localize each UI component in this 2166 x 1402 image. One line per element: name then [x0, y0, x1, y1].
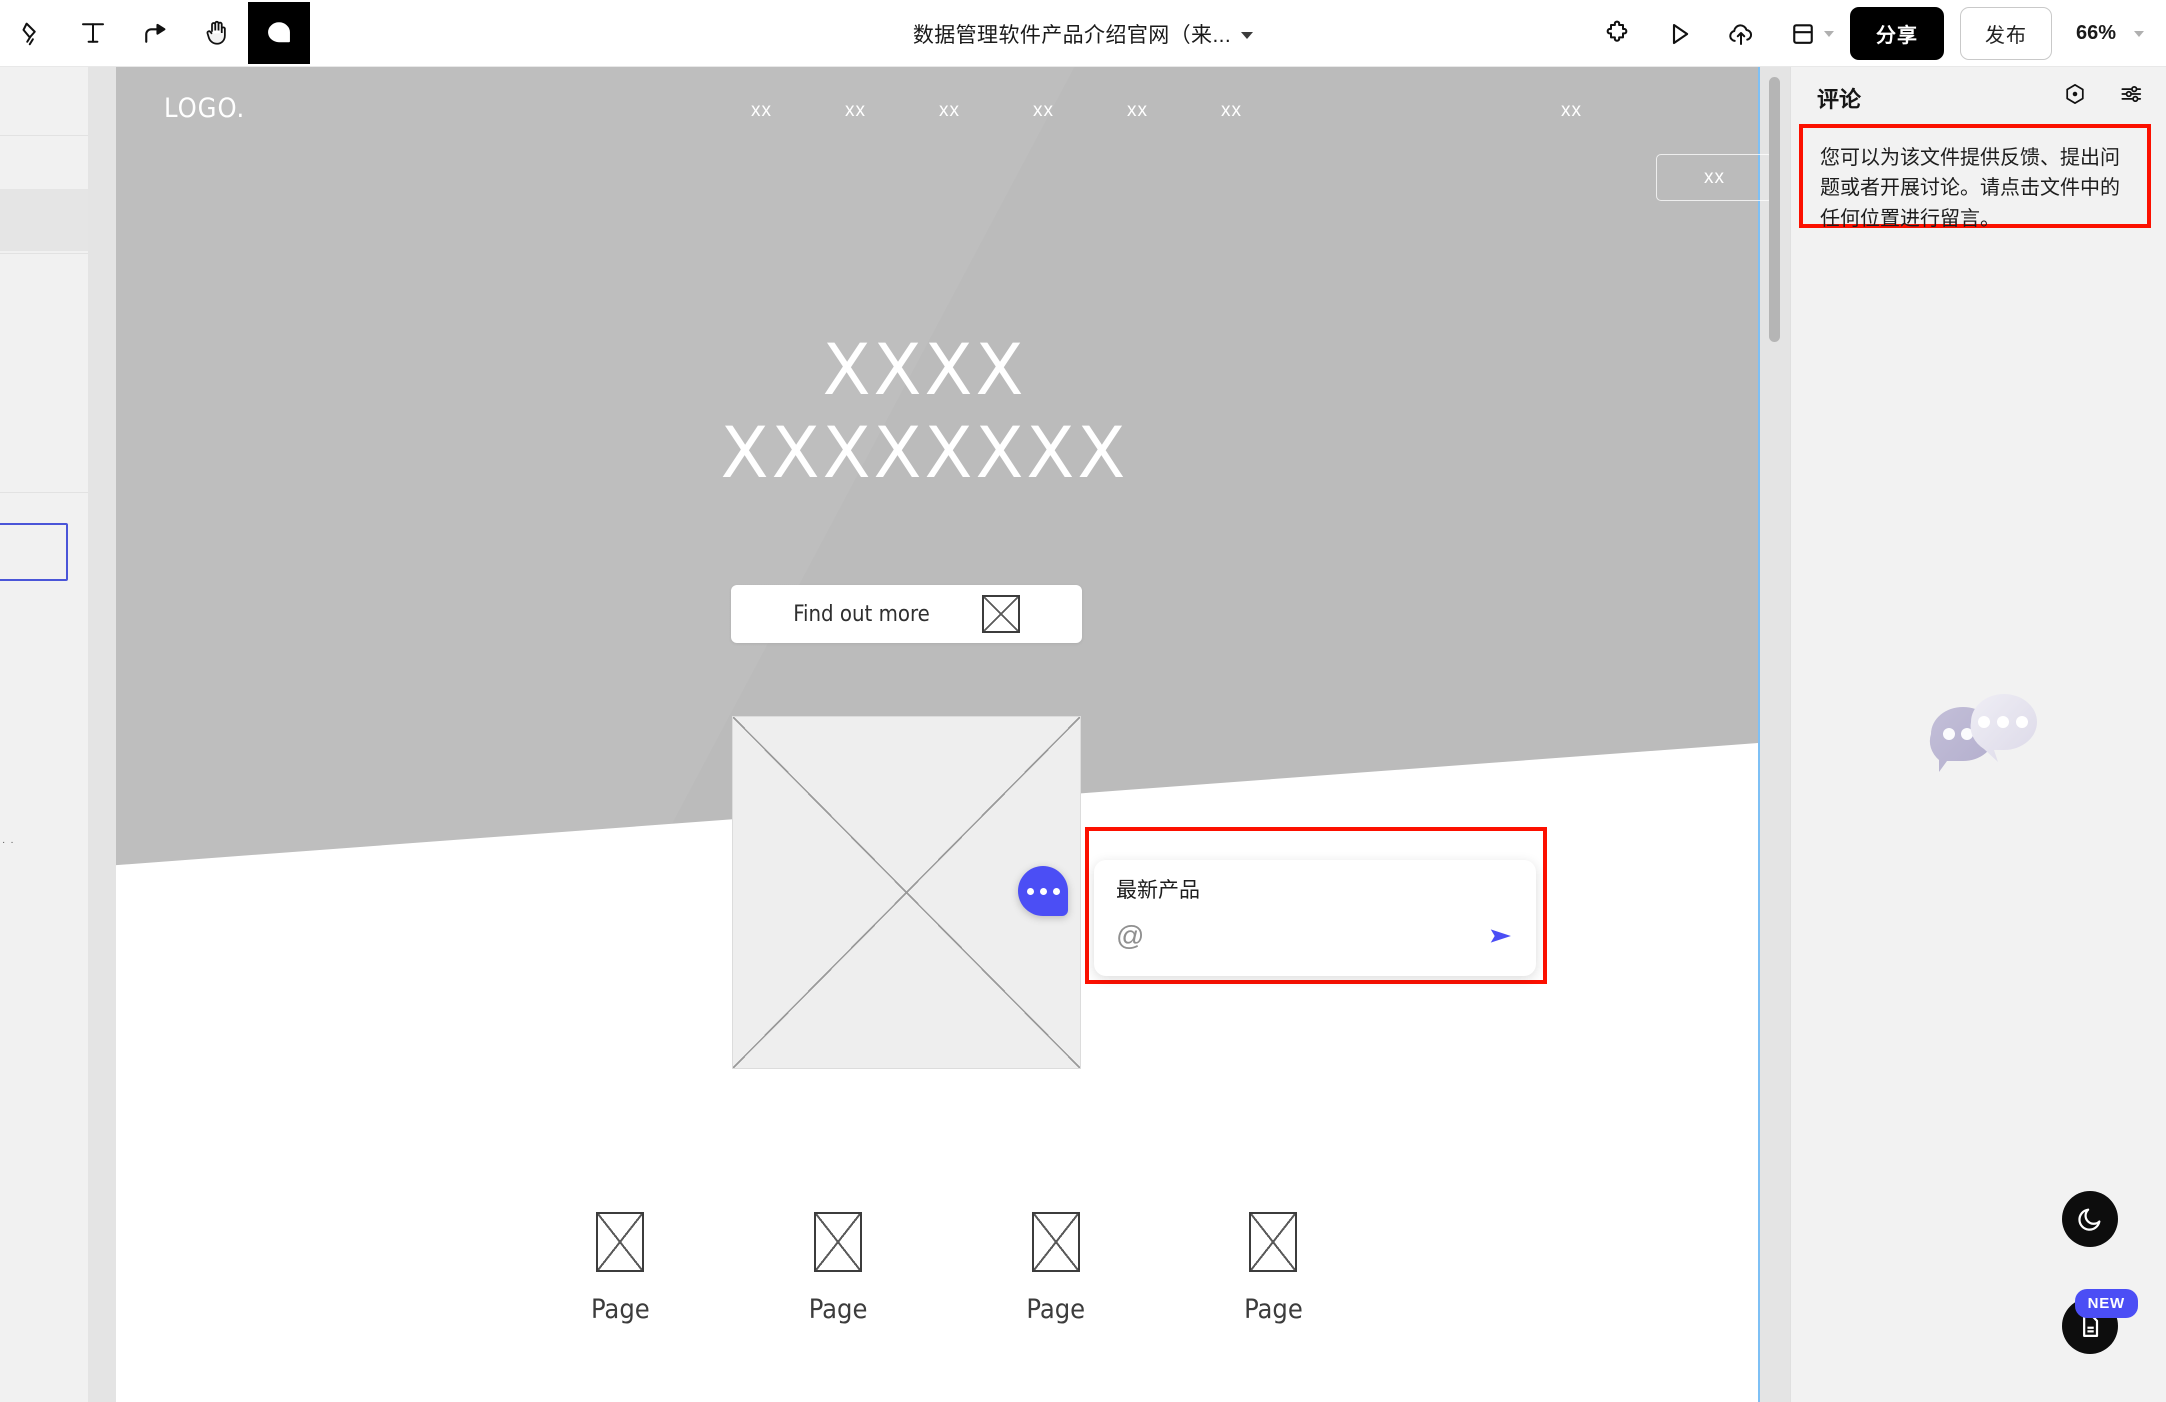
layer-row-ellipsis: ·· — [2, 837, 19, 848]
flow-tool-icon[interactable] — [124, 2, 186, 64]
hero-title-line-2: XXXXXXXX — [720, 411, 1129, 494]
pin-dot — [1052, 887, 1060, 895]
page-thumbnail[interactable]: Page — [1244, 1212, 1303, 1325]
image-placeholder-icon — [1031, 1212, 1080, 1272]
pin-dot — [1039, 887, 1047, 895]
nav-item[interactable]: xx — [1561, 100, 1582, 121]
share-button[interactable]: 分享 — [1849, 7, 1944, 60]
page-thumbnail-label: Page — [1026, 1294, 1086, 1325]
chevron-down-icon[interactable] — [1241, 31, 1254, 39]
artboard-page[interactable]: LOGO. xx xx xx xx xx xx xx xx XXXX XXXXX… — [88, 67, 1773, 1402]
cloud-upload-icon[interactable] — [1710, 3, 1772, 65]
layout-chevron-down-icon[interactable] — [1823, 30, 1834, 37]
image-placeholder-icon — [814, 1212, 863, 1272]
page-thumbnail[interactable]: Page — [808, 1212, 868, 1325]
nav-item[interactable]: xx — [845, 100, 866, 122]
image-placeholder-icon — [596, 1212, 645, 1272]
page-thumbnails-row: Page Page Page Page — [591, 1212, 1303, 1325]
image-placeholder-icon — [981, 595, 1020, 633]
find-out-more-label: Find out more — [793, 601, 930, 627]
page-thumbnail[interactable]: Page — [1026, 1212, 1085, 1325]
image-placeholder-icon — [1249, 1212, 1298, 1272]
filter-settings-icon[interactable] — [2116, 79, 2146, 109]
comment-input[interactable] — [1116, 877, 1496, 901]
layer-row-divider — [0, 135, 88, 136]
nav-item-secondary: xx — [1561, 100, 1582, 122]
layer-row-selected[interactable] — [0, 523, 68, 581]
layers-panel-sliver[interactable]: ·· — [0, 67, 88, 1402]
comments-panel-title: 评论 — [1817, 87, 1862, 112]
canvas-vertical-scrollbar[interactable] — [1769, 77, 1780, 342]
text-tool-icon[interactable] — [62, 2, 124, 64]
hand-tool-icon[interactable] — [186, 2, 248, 64]
hero-title-line-1: XXXX — [822, 329, 1027, 411]
comment-pin-body — [1018, 866, 1068, 916]
nav-cta-button[interactable]: xx — [1656, 154, 1773, 201]
comment-bubble-icon[interactable] — [1018, 866, 1068, 916]
layer-row-divider — [0, 492, 88, 493]
comment-tool-icon[interactable] — [248, 2, 310, 64]
site-logo[interactable]: LOGO. — [164, 93, 245, 124]
nav-item[interactable]: xx — [1033, 100, 1054, 122]
find-out-more-button[interactable]: Find out more — [731, 585, 1082, 643]
nav-item[interactable]: xx — [751, 100, 772, 122]
zoom-chevron-down-icon[interactable] — [2134, 30, 2144, 37]
layer-row-hover[interactable] — [0, 189, 88, 251]
page-title[interactable]: 数据管理软件产品介绍官网（来... — [913, 19, 1231, 49]
layer-row-divider — [0, 253, 88, 254]
topbar-right-actions: 分享 发布 66% — [1586, 0, 2166, 67]
chat-bubbles-illustration — [1911, 684, 2061, 794]
page-thumbnail[interactable]: Page — [591, 1212, 650, 1325]
send-icon[interactable] — [1486, 922, 1516, 955]
hero-title: XXXX XXXXXXXX — [91, 329, 1758, 494]
site-nav: xx xx xx xx xx xx — [751, 100, 1242, 122]
publish-button[interactable]: 发布 — [1959, 7, 2052, 60]
nav-item[interactable]: xx — [1127, 100, 1148, 122]
page-thumbnail-label: Page — [808, 1294, 868, 1325]
comments-panel-actions — [2060, 79, 2146, 109]
plugin-icon[interactable] — [1586, 3, 1648, 65]
page-thumbnail-label: Page — [591, 1294, 650, 1325]
play-icon[interactable] — [1648, 3, 1710, 65]
new-badge[interactable]: NEW — [2074, 1289, 2138, 1318]
panel-gutter — [88, 67, 116, 1402]
nav-item[interactable]: xx — [1221, 100, 1242, 122]
pin-dot — [1026, 887, 1034, 895]
nav-item[interactable]: xx — [939, 100, 960, 122]
page-thumbnail-label: Page — [1244, 1294, 1303, 1325]
at-mention-icon[interactable]: @ — [1116, 922, 1144, 950]
comment-composer[interactable]: @ — [1094, 860, 1536, 976]
dark-mode-toggle[interactable] — [2062, 1191, 2118, 1247]
top-toolbar: 数据管理软件产品介绍官网（来... 分享 发布 66% — [0, 0, 2166, 67]
resolve-toggle-icon[interactable] — [2060, 79, 2090, 109]
comments-empty-hint: 您可以为该文件提供反馈、提出问题或者开展讨论。请点击文件中的任何位置进行留言。 — [1820, 145, 2120, 230]
layers-panel-rows: ·· — [0, 67, 88, 1402]
zoom-level-label[interactable]: 66% — [2076, 22, 2116, 45]
comments-empty-hint-box: 您可以为该文件提供反馈、提出问题或者开展讨论。请点击文件中的任何位置进行留言。 — [1799, 124, 2151, 230]
pen-tool-icon[interactable] — [0, 2, 62, 64]
